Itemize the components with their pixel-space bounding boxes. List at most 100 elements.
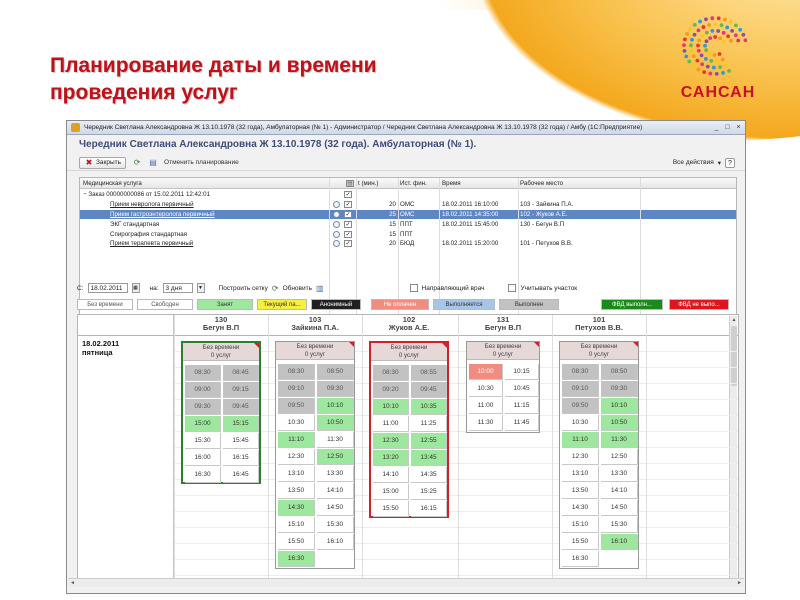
time-slot[interactable]: 16:30 bbox=[185, 467, 221, 483]
time-slot[interactable]: 15:10 bbox=[278, 517, 315, 533]
time-slot[interactable]: 15:00 bbox=[185, 416, 221, 432]
col-header-workplace[interactable]: Рабочее место bbox=[520, 180, 640, 187]
time-slot[interactable]: 14:30 bbox=[562, 500, 599, 516]
service-checkbox[interactable]: ✓ bbox=[344, 230, 352, 238]
chevron-down-icon[interactable]: ▾ bbox=[718, 159, 721, 167]
time-slot[interactable]: 08:50 bbox=[317, 364, 354, 380]
no-time-block[interactable]: Без времени 0 услуг bbox=[183, 343, 259, 361]
consider-area-checkbox[interactable] bbox=[508, 284, 517, 292]
service-checkbox[interactable]: ✓ bbox=[344, 201, 352, 209]
doctor-column-header[interactable]: 131 Бегун В.П bbox=[456, 316, 550, 332]
service-row[interactable]: Прием терапевта первичный ✓ 20 БЮД 18.02.201… bbox=[80, 239, 736, 249]
time-slot[interactable]: 09:10 bbox=[562, 381, 599, 397]
time-slot[interactable]: 10:35 bbox=[411, 399, 447, 415]
time-slot[interactable]: 11:10 bbox=[562, 432, 599, 448]
search-icon[interactable] bbox=[333, 230, 340, 238]
time-slot[interactable]: 15:50 bbox=[278, 534, 315, 550]
time-slot[interactable]: 09:20 bbox=[373, 382, 409, 398]
time-slot[interactable]: 13:30 bbox=[317, 466, 354, 482]
time-slot[interactable]: 11:30 bbox=[469, 415, 503, 431]
time-slot[interactable]: 11:45 bbox=[505, 415, 539, 431]
scrollbar-thumb[interactable] bbox=[731, 326, 737, 386]
scroll-up-icon[interactable]: ▲ bbox=[730, 316, 738, 324]
time-slot[interactable]: 12:50 bbox=[317, 449, 354, 465]
time-slot[interactable]: 15:15 bbox=[223, 416, 259, 432]
time-slot[interactable]: 16:00 bbox=[185, 450, 221, 466]
time-slot[interactable]: 14:50 bbox=[317, 500, 354, 516]
refresh-button[interactable]: Обновить bbox=[283, 285, 312, 292]
no-time-block[interactable]: Без времени 0 услуг bbox=[560, 342, 638, 360]
service-row[interactable]: ЭКГ стандартная ✓ 15 ППТ 18.02.2011 15:45:00… bbox=[80, 219, 736, 229]
time-slot[interactable]: 16:15 bbox=[223, 450, 259, 466]
time-slot[interactable]: 14:30 bbox=[278, 500, 315, 516]
time-slot[interactable]: 11:10 bbox=[278, 432, 315, 448]
time-slot[interactable]: 09:30 bbox=[601, 381, 638, 397]
time-slot[interactable]: 12:30 bbox=[562, 449, 599, 465]
cancel-planning-button[interactable]: Отменить планирование bbox=[164, 159, 239, 166]
time-slot[interactable]: 11:00 bbox=[373, 416, 409, 432]
time-slot[interactable]: 13:30 bbox=[601, 466, 638, 482]
time-slot[interactable]: 15:00 bbox=[373, 484, 409, 500]
time-slot[interactable]: 10:30 bbox=[469, 381, 503, 397]
doctor-column-header[interactable]: 101 Петухов В.В. bbox=[552, 316, 646, 332]
time-slot[interactable]: 12:30 bbox=[373, 433, 409, 449]
time-slot[interactable]: 08:50 bbox=[601, 364, 638, 380]
time-slot[interactable]: 12:50 bbox=[601, 449, 638, 465]
help-button[interactable]: ? bbox=[725, 157, 735, 168]
time-slot[interactable]: 13:50 bbox=[278, 483, 315, 499]
time-slot[interactable]: 10:30 bbox=[562, 415, 599, 431]
doctor-column-header[interactable]: 103 Зайкина П.А. bbox=[268, 316, 362, 332]
time-slot[interactable]: 16:10 bbox=[601, 534, 638, 550]
time-slot[interactable]: 12:55 bbox=[411, 433, 447, 449]
service-row[interactable]: Прием невролога первичный ✓ 20 ОМС 18.02.201… bbox=[80, 200, 736, 210]
time-slot[interactable]: 11:30 bbox=[601, 432, 638, 448]
time-slot[interactable]: 16:30 bbox=[562, 551, 599, 567]
no-time-block[interactable]: Без времени 0 услуг bbox=[371, 343, 447, 361]
time-slot[interactable]: 12:30 bbox=[278, 449, 315, 465]
col-header-service[interactable]: Медицинская услуга bbox=[83, 180, 328, 187]
settings-icon[interactable]: ▥ bbox=[316, 284, 324, 293]
time-slot[interactable]: 14:10 bbox=[373, 467, 409, 483]
planning-icon[interactable]: ▤ bbox=[148, 158, 158, 168]
time-slot[interactable]: 14:10 bbox=[317, 483, 354, 499]
time-slot[interactable]: 13:50 bbox=[562, 483, 599, 499]
search-icon[interactable] bbox=[333, 210, 340, 218]
time-slot[interactable]: 16:30 bbox=[278, 551, 315, 567]
time-slot[interactable]: 14:10 bbox=[601, 483, 638, 499]
refresh-icon[interactable]: ⟳ bbox=[272, 284, 279, 293]
col-header-time[interactable]: Время bbox=[442, 180, 516, 187]
time-slot[interactable]: 16:15 bbox=[411, 501, 447, 517]
service-checkbox[interactable]: ✓ bbox=[344, 191, 352, 199]
calendar-icon[interactable]: ▦ bbox=[131, 283, 140, 293]
service-checkbox[interactable]: ✓ bbox=[344, 210, 352, 218]
from-date-input[interactable]: 18.02.2011 bbox=[87, 283, 128, 293]
no-time-block[interactable]: Без времени 0 услуг bbox=[276, 342, 354, 360]
time-slot[interactable]: 10:10 bbox=[601, 398, 638, 414]
scroll-right-icon[interactable]: ► bbox=[735, 579, 744, 587]
time-slot[interactable]: 10:00 bbox=[469, 364, 503, 380]
time-slot[interactable]: 10:30 bbox=[278, 415, 315, 431]
time-slot[interactable]: 09:50 bbox=[278, 398, 315, 414]
directing-doctor-checkbox[interactable] bbox=[409, 284, 418, 292]
time-slot[interactable]: 14:35 bbox=[411, 467, 447, 483]
service-checkbox[interactable]: ✓ bbox=[344, 240, 352, 248]
time-slot[interactable]: 16:45 bbox=[223, 467, 259, 483]
time-slot[interactable]: 15:50 bbox=[373, 501, 409, 517]
refresh-form-icon[interactable]: ⟳ bbox=[132, 158, 142, 168]
time-slot[interactable]: 09:50 bbox=[562, 398, 599, 414]
build-grid-button[interactable]: Построить сетку bbox=[219, 285, 268, 292]
time-slot[interactable]: 09:30 bbox=[185, 399, 221, 415]
time-slot[interactable]: 08:30 bbox=[373, 365, 409, 381]
col-header-fin-source[interactable]: Ист. фин. bbox=[400, 180, 436, 187]
col-header-duration[interactable]: t (мин.) bbox=[358, 180, 396, 187]
all-actions-menu[interactable]: Все действия bbox=[673, 159, 714, 166]
service-row[interactable]: Спирография стандартная ✓ 15 ППТ bbox=[80, 229, 736, 239]
chevron-down-icon[interactable]: ▼ bbox=[196, 283, 205, 293]
time-slot[interactable]: 09:00 bbox=[185, 382, 221, 398]
time-slot[interactable]: 15:25 bbox=[411, 484, 447, 500]
time-slot[interactable]: 09:15 bbox=[223, 382, 259, 398]
time-slot[interactable]: 10:50 bbox=[317, 415, 354, 431]
time-slot[interactable]: 10:10 bbox=[373, 399, 409, 415]
time-slot[interactable]: 09:45 bbox=[223, 399, 259, 415]
service-row[interactable]: − Заказ 00000000086 от 15.02.2011 12:42:… bbox=[80, 190, 736, 200]
